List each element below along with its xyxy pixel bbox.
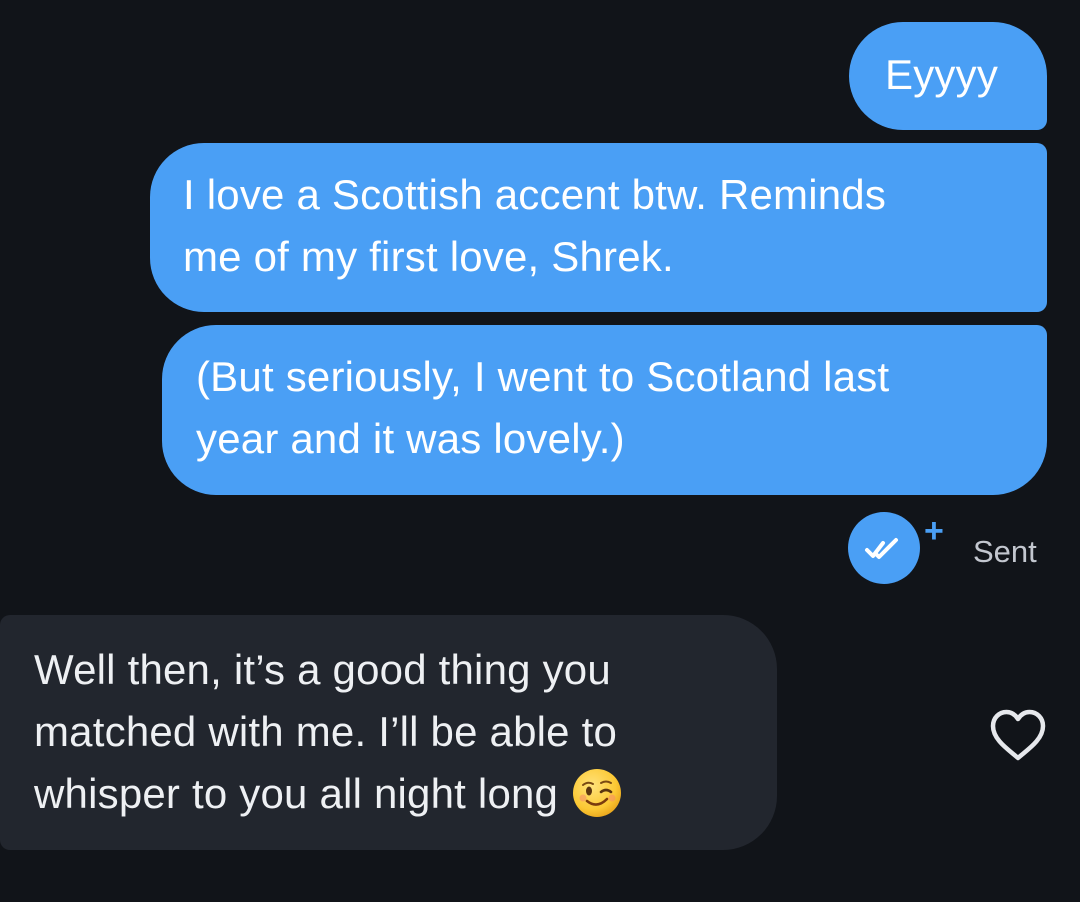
outgoing-message[interactable]: I love a Scottish accent btw. Reminds me… [150, 143, 1047, 312]
winking-face-emoji [573, 769, 622, 817]
message-text: Well then, it’s a good thing you [34, 646, 611, 693]
plus-icon: + [924, 512, 944, 550]
message-text: year and it was lovely.) [196, 415, 625, 462]
incoming-message[interactable]: Well then, it’s a good thing you matched… [0, 615, 777, 850]
double-check-icon [848, 512, 920, 584]
message-text: (But seriously, I went to Scotland last [196, 353, 890, 400]
outgoing-message[interactable]: (But seriously, I went to Scotland last … [162, 325, 1047, 495]
outgoing-message[interactable]: Eyyyy [849, 22, 1047, 130]
message-status: Sent [973, 534, 1037, 569]
message-text: Eyyyy [885, 51, 999, 98]
message-text: me of my first love, Shrek. [183, 233, 674, 280]
message-text: matched with me. I’ll be able to [34, 708, 618, 755]
heart-outline-icon[interactable] [988, 708, 1048, 762]
message-text: I love a Scottish accent btw. Reminds [183, 171, 887, 218]
message-text: whisper to you all night long [34, 770, 559, 817]
